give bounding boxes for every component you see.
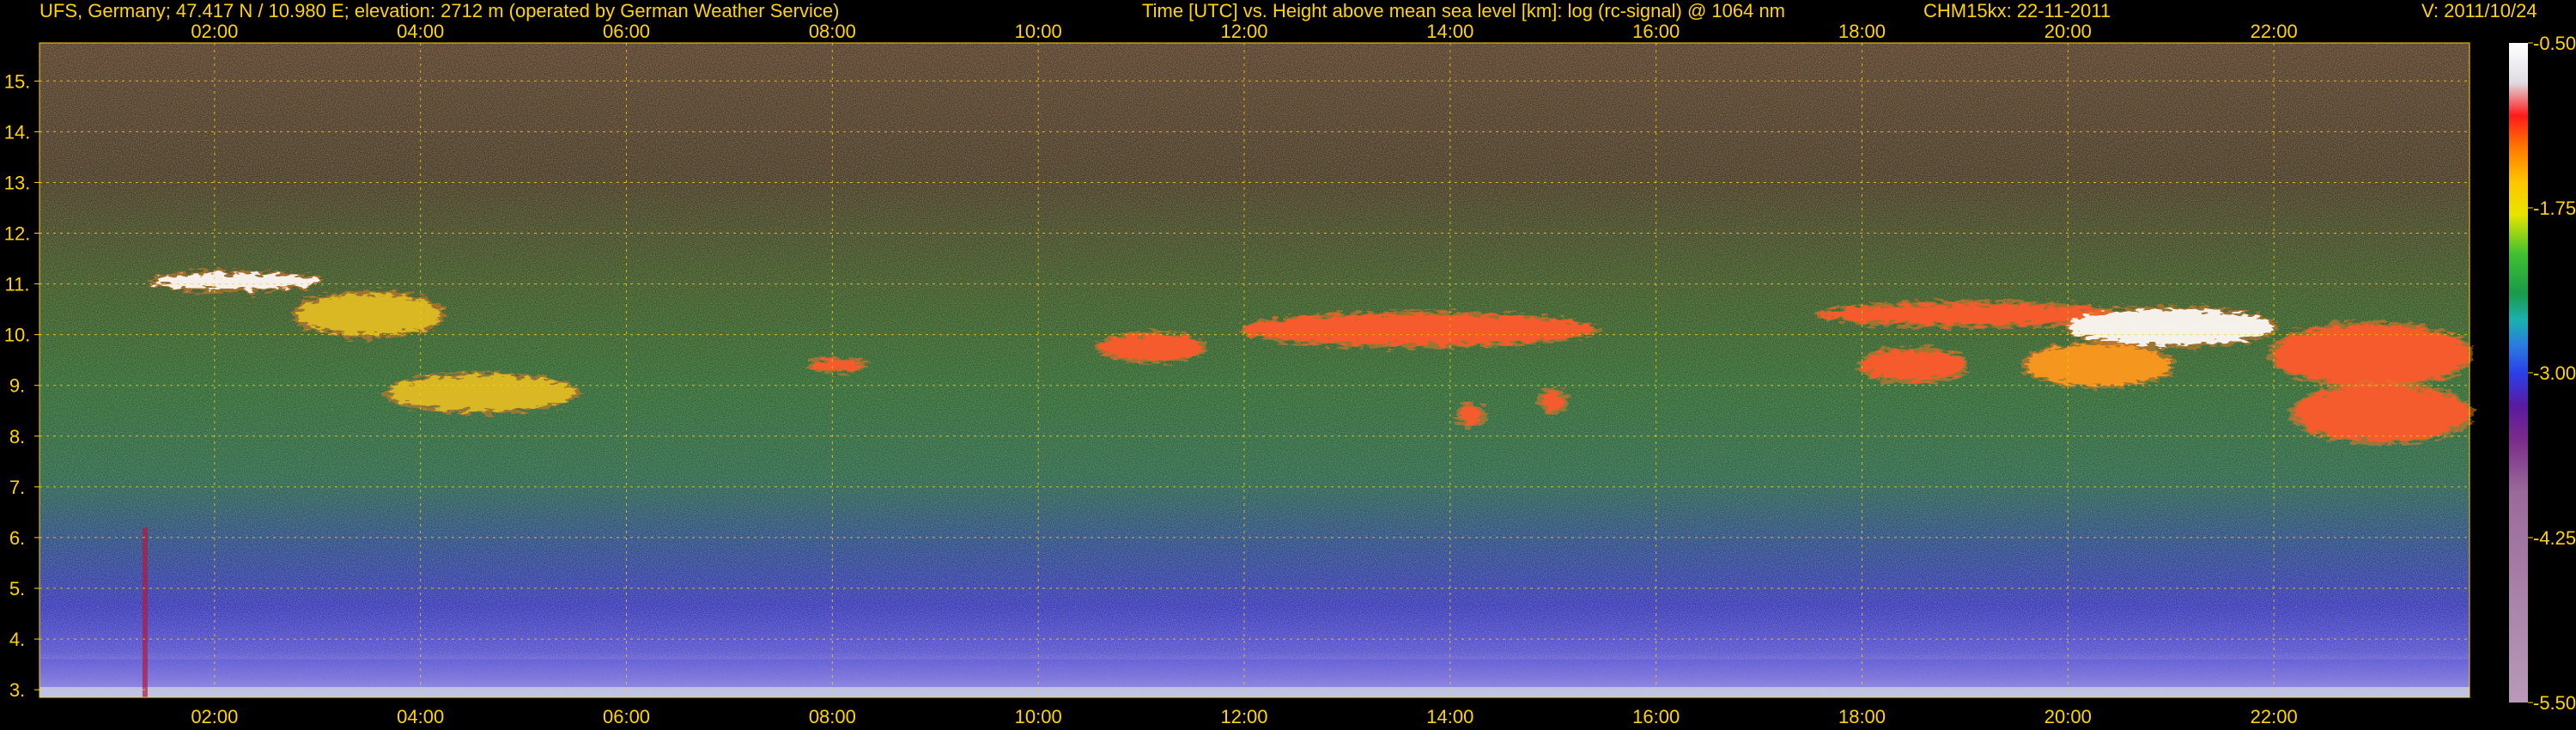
x-axis-bottom: 02:00 04:00 06:00 08:00 10:00 12:00 14:00 16:00… <box>191 706 2297 727</box>
cloud-core <box>296 294 441 335</box>
x-tick-label-bottom: 22:00 <box>2251 706 2298 727</box>
x-tick-label-top: 12:00 <box>1220 21 1267 42</box>
cloud-layer <box>1455 402 1486 429</box>
cloud-core <box>1100 334 1204 361</box>
y-tick-label: 14. <box>4 121 31 143</box>
cloud-layer <box>2063 306 2280 349</box>
x-tick-label-top: 16:00 <box>1632 21 1680 42</box>
cloud-layer <box>1095 331 1209 364</box>
cloud-core <box>2068 309 2275 345</box>
colorbar: -0.50 -1.75 -3.00 -4.25 -5.50 <box>2509 33 2576 714</box>
cloud-core <box>1862 350 1965 380</box>
backscatter-heatmap: 02:00 04:00 06:00 08:00 10:00 12:00 14:00 16:00… <box>4 21 2576 727</box>
x-tick-label-top: 08:00 <box>809 21 856 42</box>
x-tick-label-top: 04:00 <box>397 21 444 42</box>
cloud-core <box>1244 314 1595 345</box>
x-tick-label-bottom: 06:00 <box>603 706 650 727</box>
cloud-core <box>2294 385 2470 441</box>
ceilometer-plot: UFS, Germany; 47.417 N / 10.980 E; eleva… <box>0 0 2576 730</box>
colorbar-tick-label: -1.75 <box>2533 198 2576 219</box>
x-tick-label-bottom: 18:00 <box>1838 706 1886 727</box>
cloud-core <box>2274 324 2470 386</box>
y-tick-label: 9. <box>9 375 25 397</box>
x-tick-label-bottom: 12:00 <box>1220 706 1267 727</box>
cloud-layer <box>147 270 323 293</box>
cloud-layer <box>2269 320 2475 389</box>
cloud-core <box>152 273 318 289</box>
y-tick-label: 8. <box>9 426 25 447</box>
y-tick-label: 12. <box>4 223 31 245</box>
x-tick-label-top: 20:00 <box>2044 21 2092 42</box>
cloud-core <box>811 360 864 370</box>
cloud-core <box>1542 390 1564 411</box>
y-tick-label: 11. <box>5 274 30 295</box>
x-tick-label-bottom: 16:00 <box>1632 706 1680 727</box>
cloud-core <box>2026 344 2172 386</box>
cloud-layer <box>806 356 869 374</box>
cloud-core <box>389 374 575 411</box>
cloud-layer <box>1537 386 1569 415</box>
x-tick-label-top: 18:00 <box>1838 21 1886 42</box>
cloud-layer <box>1856 346 1971 384</box>
x-tick-label-bottom: 14:00 <box>1426 706 1473 727</box>
colorbar-tick-label: -5.50 <box>2533 692 2576 714</box>
cloud-layer <box>1239 311 1600 349</box>
x-tick-label-top: 02:00 <box>191 21 238 42</box>
signal-spike <box>142 527 148 697</box>
cloud-layer <box>384 371 580 415</box>
x-tick-label-bottom: 04:00 <box>397 706 444 727</box>
y-tick-label: 15. <box>4 70 31 92</box>
y-tick-label: 13. <box>4 172 31 193</box>
x-tick-label-top: 10:00 <box>1015 21 1062 42</box>
cloud-core <box>1460 405 1481 426</box>
y-tick-label: 10. <box>4 325 31 346</box>
surface-signal <box>39 687 2470 697</box>
colorbar-tick-label: -0.50 <box>2533 33 2576 54</box>
x-tick-label-top: 06:00 <box>603 21 650 42</box>
colorbar-tick-label: -3.00 <box>2533 362 2576 384</box>
x-tick-label-top: 22:00 <box>2251 21 2298 42</box>
colorbar-scale <box>2509 43 2528 703</box>
cloud-layer <box>2021 341 2177 389</box>
y-tick-label: 3. <box>9 679 25 701</box>
y-axis: 3. 4. 5. 6. 7. 8. 9. 10. 11. 12. 13. 14. 15. <box>4 70 39 701</box>
x-tick-label-bottom: 02:00 <box>191 706 238 727</box>
x-tick-label-bottom: 20:00 <box>2044 706 2092 727</box>
x-tick-label-top: 14:00 <box>1426 21 1473 42</box>
cloud-layer <box>2289 381 2475 445</box>
y-tick-label: 7. <box>9 477 25 498</box>
x-axis-top: 02:00 04:00 06:00 08:00 10:00 12:00 14:00 16:00… <box>191 21 2297 42</box>
x-tick-label-bottom: 10:00 <box>1015 706 1062 727</box>
cloud-layer <box>291 290 447 338</box>
colorbar-tick-label: -4.25 <box>2533 527 2576 549</box>
y-tick-label: 6. <box>9 527 25 549</box>
x-tick-label-bottom: 08:00 <box>809 706 856 727</box>
y-tick-label: 5. <box>9 578 25 599</box>
y-tick-label: 4. <box>9 629 25 650</box>
